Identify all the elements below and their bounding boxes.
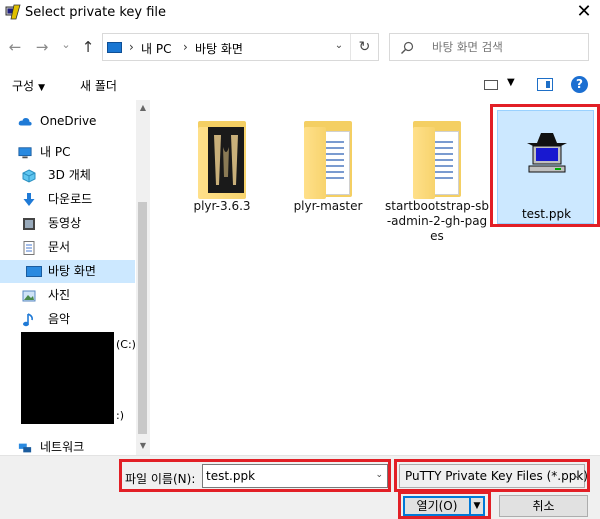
- putty-app-icon: [5, 4, 21, 20]
- cube-icon: [22, 169, 36, 183]
- navigation-pane: OneDrive 내 PC 3D 개체 다운로드 동영상 문서 바탕 화면 사진…: [0, 100, 150, 455]
- app-folder-icon: [192, 117, 252, 199]
- file-item-plyr-master[interactable]: plyr-master: [278, 117, 378, 214]
- sidebar-item-my-pc[interactable]: 내 PC: [0, 141, 135, 164]
- recent-locations-icon[interactable]: ⌄: [57, 35, 75, 55]
- breadcrumb-separator: ›: [129, 40, 134, 54]
- cancel-button[interactable]: 취소: [499, 495, 588, 517]
- sidebar-item-videos[interactable]: 동영상: [0, 212, 135, 235]
- cloud-icon: [18, 118, 32, 126]
- download-icon: [23, 193, 35, 206]
- preview-pane-icon[interactable]: [537, 78, 553, 91]
- network-icon: [18, 443, 32, 453]
- up-arrow-icon[interactable]: ↑: [79, 37, 97, 57]
- organize-label: 구성: [12, 79, 35, 93]
- sidebar-item-pictures[interactable]: 사진: [0, 284, 135, 307]
- breadcrumb-desktop[interactable]: 바탕 화면: [195, 40, 243, 57]
- breadcrumb-separator: ›: [183, 40, 188, 54]
- scroll-down-icon[interactable]: ▼: [136, 438, 150, 454]
- sidebar-item-label: 사진: [48, 288, 71, 302]
- sidebar-item-desktop[interactable]: 바탕 화면: [0, 260, 135, 283]
- search-input[interactable]: [430, 39, 580, 55]
- sidebar-item-onedrive[interactable]: OneDrive: [0, 110, 135, 133]
- sidebar-item-label: 네트워크: [40, 440, 85, 454]
- pc-icon: [18, 147, 32, 159]
- address-dropdown-icon[interactable]: ⌄: [330, 40, 348, 51]
- sidebar-item-label: 음악: [48, 312, 71, 326]
- navigation-bar: ← → ⌄ ↑ › 내 PC › 바탕 화면 ⌄ ↻: [0, 30, 600, 64]
- refresh-icon[interactable]: ↻: [350, 34, 378, 60]
- file-name: plyr-3.6.3: [193, 199, 251, 213]
- sidebar-item-downloads[interactable]: 다운로드: [0, 188, 135, 211]
- sidebar-item-label: 내 PC: [40, 145, 71, 159]
- sidebar-item-network[interactable]: 네트워크: [0, 436, 135, 455]
- redacted-drive-block: [21, 332, 114, 424]
- forward-arrow-icon[interactable]: →: [33, 37, 51, 57]
- title-bar: Select private key file ✕: [0, 0, 600, 25]
- desktop-icon: [26, 266, 42, 277]
- help-icon[interactable]: ?: [571, 76, 588, 93]
- file-name: plyr-master: [293, 199, 363, 213]
- breadcrumb-my-pc[interactable]: 내 PC: [141, 40, 171, 57]
- new-folder-button[interactable]: 새 폴더: [80, 77, 117, 94]
- scrollbar-thumb[interactable]: [138, 202, 147, 434]
- sidebar-item-label: 바탕 화면: [48, 264, 96, 278]
- sidebar-item-label: OneDrive: [40, 114, 97, 128]
- drive-label[interactable]: :): [116, 409, 124, 422]
- video-icon: [23, 218, 35, 230]
- highlight-box: [394, 459, 590, 492]
- sidebar-item-3d-objects[interactable]: 3D 개체: [0, 164, 135, 187]
- sidebar-item-label: 동영상: [48, 216, 82, 230]
- search-icon: [401, 41, 414, 54]
- folder-icon: [298, 117, 358, 199]
- sidebar-item-documents[interactable]: 문서: [0, 236, 135, 259]
- picture-icon: [22, 290, 36, 302]
- document-icon: [23, 241, 35, 255]
- sidebar-item-label: 3D 개체: [48, 168, 91, 182]
- address-bar[interactable]: › 내 PC › 바탕 화면 ⌄ ↻: [102, 33, 379, 61]
- organize-menu[interactable]: 구성 ▼: [12, 77, 45, 94]
- file-item-startbootstrap[interactable]: startbootstrap-sb-admin-2-gh-pages: [384, 117, 490, 244]
- highlight-box: [490, 104, 600, 227]
- search-box[interactable]: [389, 33, 589, 61]
- file-name: startbootstrap-sb-admin-2-gh-pages: [384, 199, 489, 243]
- sidebar-item-label: 다운로드: [48, 192, 93, 206]
- scroll-up-icon[interactable]: ▲: [136, 100, 150, 116]
- folder-icon: [407, 117, 467, 199]
- music-icon: [23, 313, 33, 327]
- window-title: Select private key file: [25, 5, 167, 20]
- view-caret-icon[interactable]: ▼: [507, 77, 515, 88]
- pc-icon: [107, 42, 122, 53]
- drive-c-label[interactable]: (C:): [116, 338, 136, 351]
- back-arrow-icon[interactable]: ←: [6, 37, 24, 57]
- highlight-box: [398, 491, 491, 519]
- close-icon[interactable]: ✕: [574, 2, 594, 22]
- caret-down-icon: ▼: [38, 83, 46, 93]
- file-item-plyr-3-6-3[interactable]: plyr-3.6.3: [172, 117, 272, 214]
- sidebar-item-label: 문서: [48, 240, 71, 254]
- sidebar-item-music[interactable]: 음악: [0, 308, 135, 331]
- view-options-icon[interactable]: [484, 80, 498, 90]
- highlight-box: [119, 459, 391, 492]
